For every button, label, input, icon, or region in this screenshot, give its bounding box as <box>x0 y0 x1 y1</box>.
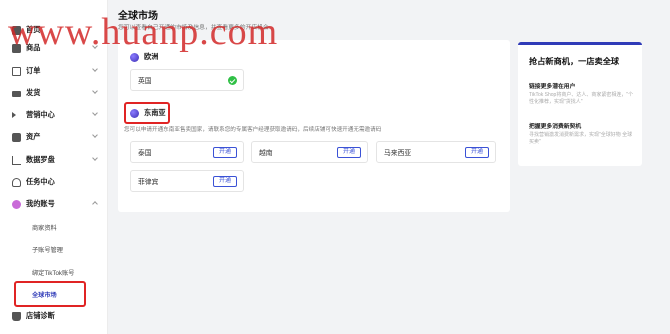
sidebar-sub-merchant-info[interactable]: 商家资料 <box>32 223 57 232</box>
promo-panel: 抢占新商机，一店卖全球 链接更多潜在用户 TikTok Shop将商户、达人、商… <box>518 42 642 166</box>
country-card: 英国 <box>130 69 244 91</box>
open-button[interactable]: 开通 <box>464 147 489 158</box>
sidebar-item-my-account[interactable]: 我的账号 <box>12 196 102 212</box>
open-button[interactable]: 开通 <box>212 176 237 187</box>
country-name: 泰国 <box>138 150 152 157</box>
sidebar-item-label: 数据罗盘 <box>26 155 55 164</box>
money-icon <box>12 132 21 142</box>
task-icon <box>12 177 21 187</box>
megaphone-icon <box>12 112 16 118</box>
chevron-up-icon <box>92 201 98 207</box>
sidebar-item-label: 我的账号 <box>26 199 55 208</box>
chart-icon <box>12 155 21 165</box>
country-name: 越南 <box>259 150 273 157</box>
country-card: 越南 开通 <box>251 141 368 163</box>
open-button[interactable]: 开通 <box>336 147 361 158</box>
country-name: 马来西亚 <box>384 150 412 157</box>
promo-heading: 链接更多潜在用户 <box>529 84 576 90</box>
user-icon <box>12 199 21 209</box>
promo-text: 寻找营销激发消费新需求，实现"全球好物 全球买卖" <box>529 132 633 145</box>
sidebar-item-marketing[interactable]: 营销中心 <box>12 107 102 123</box>
sidebar-item-shipping[interactable]: 发货 <box>12 85 102 101</box>
sidebar-item-tasks[interactable]: 任务中心 <box>12 174 102 190</box>
country-name: 菲律宾 <box>138 179 159 186</box>
sidebar-item-orders[interactable]: 订单 <box>12 63 102 79</box>
chevron-down-icon <box>92 110 98 116</box>
open-button[interactable]: 开通 <box>212 147 237 158</box>
watermark: www.huanp.com <box>8 11 279 53</box>
sidebar-item-shop-diagnosis[interactable]: 店铺诊断 <box>12 308 102 324</box>
check-icon <box>228 76 237 85</box>
sidebar-sub-subaccount[interactable]: 子账号管理 <box>32 245 63 254</box>
chevron-down-icon <box>92 155 98 161</box>
sidebar-item-assets[interactable]: 资产 <box>12 129 102 145</box>
order-icon <box>12 66 21 76</box>
country-name: 英国 <box>138 78 152 85</box>
chevron-down-icon <box>92 132 98 138</box>
promo-text: TikTok Shop将商户、达人、商家紧密相连，"个性化推荐，实现"货找人" <box>529 92 634 105</box>
truck-icon <box>12 91 21 97</box>
country-card: 泰国 开通 <box>130 141 244 163</box>
sidebar-item-label: 订单 <box>26 66 41 75</box>
country-card: 马来西亚 开通 <box>376 141 496 163</box>
chevron-down-icon <box>92 66 98 72</box>
country-card: 菲律宾 开通 <box>130 170 244 192</box>
sidebar-item-label: 资产 <box>26 132 41 141</box>
highlight-box <box>14 281 86 307</box>
shop-icon <box>12 311 21 321</box>
sidebar-item-label: 发货 <box>26 88 41 97</box>
highlight-box <box>124 102 170 124</box>
sidebar-item-label: 任务中心 <box>26 177 55 186</box>
sidebar-item-label: 店铺诊断 <box>26 311 55 320</box>
sidebar-item-label: 营销中心 <box>26 110 55 119</box>
region-note: 您可以申请开通东南亚售卖国家，请联系您的专属客户经理获取邀请码，后续店铺可快速开… <box>124 127 382 133</box>
promo-heading: 把握更多消费新契机 <box>529 124 582 130</box>
chevron-down-icon <box>92 88 98 94</box>
promo-title: 抢占新商机，一店卖全球 <box>529 57 620 66</box>
sidebar-item-data-compass[interactable]: 数据罗盘 <box>12 152 102 168</box>
sidebar-sub-bind-tiktok[interactable]: 绑定TikTok账号 <box>32 268 74 277</box>
